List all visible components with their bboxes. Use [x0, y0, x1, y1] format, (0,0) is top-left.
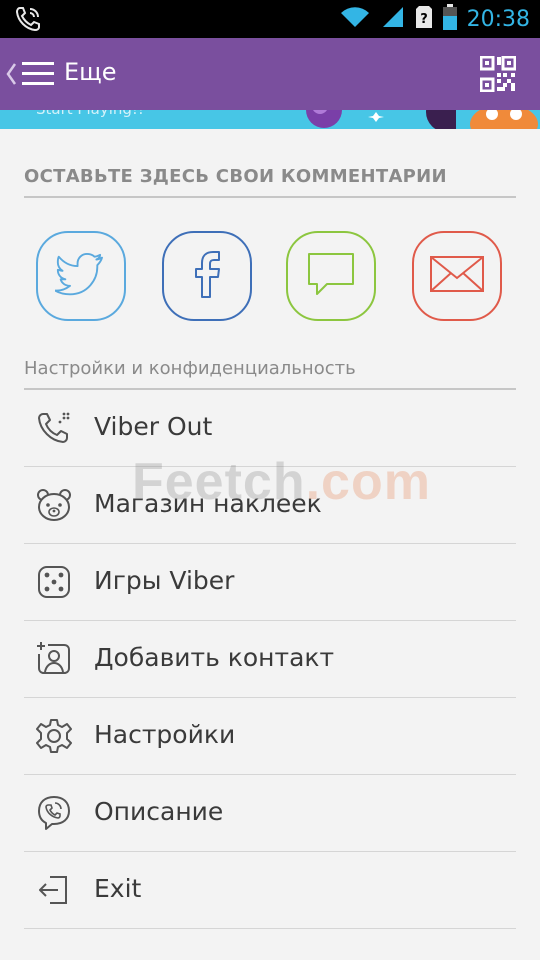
exit-icon — [36, 872, 72, 908]
page-title: Еще — [64, 58, 117, 86]
chat-bubble-icon — [305, 250, 357, 302]
mail-icon — [429, 254, 485, 298]
viber-icon — [36, 795, 72, 831]
menu-item-add-contact[interactable]: Добавить контакт — [24, 621, 516, 698]
menu-item-exit[interactable]: Exit — [24, 852, 516, 929]
menu-item-label: Добавить контакт — [94, 643, 335, 672]
menu-item-label: Настройки — [94, 720, 236, 749]
banner-character — [470, 110, 538, 129]
message-button[interactable] — [286, 231, 376, 321]
promo-banner[interactable]: Start Playing!! — [0, 110, 540, 129]
menu-icon[interactable] — [22, 58, 54, 94]
banner-text: Start Playing!! — [36, 110, 144, 118]
back-icon[interactable] — [4, 60, 18, 92]
menu-item-label: Exit — [94, 874, 142, 903]
watermark-text: .com — [305, 453, 431, 511]
email-button[interactable] — [412, 231, 502, 321]
facebook-button[interactable] — [162, 231, 252, 321]
battery-icon — [442, 4, 457, 34]
menu-item-settings[interactable]: Настройки — [24, 698, 516, 775]
menu-item-label: Viber Out — [94, 412, 213, 441]
menu-item-viber-games[interactable]: Игры Viber — [24, 544, 516, 621]
dice-icon — [36, 564, 72, 600]
facebook-icon — [192, 249, 222, 303]
svg-text:?: ? — [420, 12, 428, 27]
qr-code-icon[interactable] — [479, 55, 517, 96]
watermark: Feetch.com — [132, 452, 431, 512]
status-bar: ? 20:38 — [0, 0, 540, 38]
banner-artwork — [306, 110, 456, 129]
menu-item-label: Описание — [94, 797, 224, 826]
signal-icon — [381, 5, 405, 33]
phone-call-icon — [14, 5, 42, 37]
app-bar: Еще — [0, 38, 540, 110]
wifi-icon — [339, 5, 371, 33]
twitter-button[interactable] — [36, 231, 126, 321]
menu-item-about[interactable]: Описание — [24, 775, 516, 852]
menu-item-label: Игры Viber — [94, 566, 235, 595]
phone-out-icon — [36, 410, 72, 446]
watermark-text: Feetch — [132, 453, 306, 511]
divider — [24, 196, 516, 198]
gear-icon — [36, 718, 72, 754]
unknown-sim-icon: ? — [415, 5, 433, 33]
feedback-section-title: ОСТАВЬТЕ ЗДЕСЬ СВОИ КОММЕНТАРИИ — [24, 166, 447, 187]
status-time: 20:38 — [466, 6, 530, 32]
settings-section-title: Настройки и конфиденциальность — [24, 358, 356, 379]
bear-icon — [36, 487, 72, 523]
twitter-icon — [54, 252, 107, 300]
add-contact-icon — [36, 641, 72, 677]
